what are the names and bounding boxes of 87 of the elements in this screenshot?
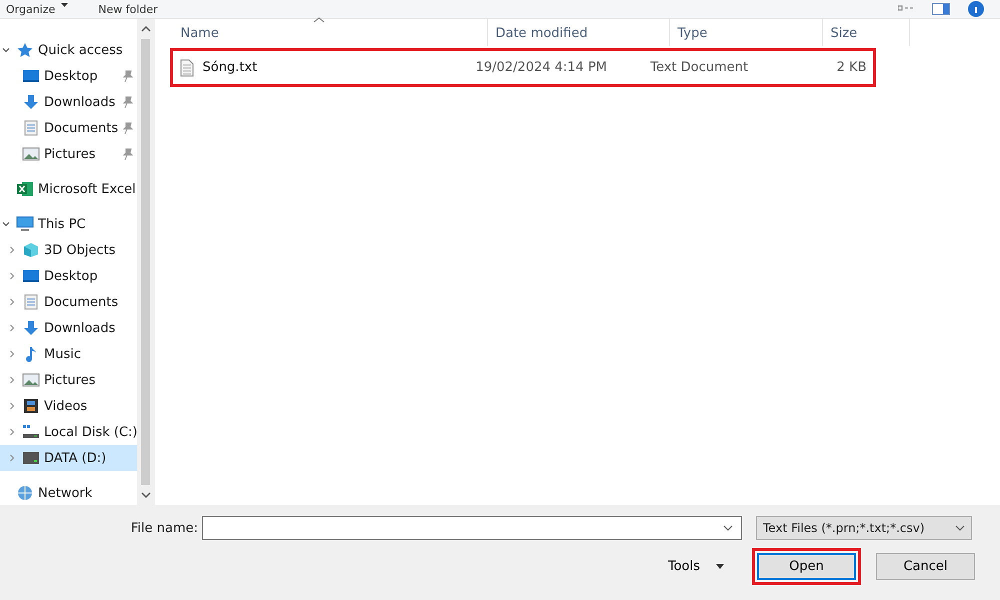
toolbar-button[interactable]: New folder (98, 2, 158, 16)
sidebar-item[interactable]: Pictures (0, 141, 138, 167)
download-icon (22, 94, 40, 110)
text-file-icon (180, 58, 194, 76)
file-name-field[interactable] (202, 516, 742, 540)
sidebar-item[interactable]: This PC (0, 211, 138, 237)
sidebar-label: Network (38, 486, 92, 500)
sidebar-item[interactable]: Videos (0, 393, 138, 419)
disk-icon (22, 424, 40, 440)
sidebar-item[interactable]: 3D Objects (0, 237, 138, 263)
collapsed-chevron-icon[interactable] (8, 454, 16, 462)
sidebar-label: Videos (44, 398, 88, 414)
sidebar-item[interactable]: Network (0, 480, 138, 506)
column-header[interactable]: Type (670, 19, 824, 46)
collapsed-chevron-icon[interactable] (8, 402, 16, 410)
dropdown-caret-icon[interactable] (723, 525, 733, 531)
collapsed-chevron-icon[interactable] (8, 324, 16, 332)
pane-icon[interactable] (932, 3, 950, 15)
table-cell-text: 2 KB (836, 60, 868, 75)
collapsed-chevron-icon[interactable] (8, 272, 16, 280)
collapsed-chevron-icon[interactable] (8, 246, 16, 254)
table-cell-text: Text Document (649, 60, 750, 75)
scroll-down-icon[interactable] (140, 491, 151, 499)
sidebar-label: Desktop (44, 68, 98, 84)
tools-button[interactable]: Tools (662, 558, 730, 575)
scrollbar-thumb[interactable] (141, 39, 150, 485)
file-name-label: File name: (130, 520, 198, 536)
sidebar-label: Microsoft Excel (38, 182, 136, 196)
sidebar-label: Pictures (44, 372, 96, 388)
collapsed-chevron-icon[interactable] (8, 298, 16, 306)
desktop-icon (22, 68, 40, 84)
sidebar-item[interactable]: Documents (0, 115, 138, 141)
sidebar-label: Pictures (44, 146, 96, 162)
sidebar-item[interactable]: Microsoft Excel (0, 176, 138, 202)
collapsed-chevron-icon[interactable] (8, 428, 16, 436)
drive-icon (22, 450, 40, 466)
collapsed-chevron-icon[interactable] (8, 376, 16, 384)
file-name[interactable]: Sóng.txt (202, 60, 258, 75)
sidebar-item[interactable]: Music (0, 341, 138, 367)
picture-icon (22, 372, 40, 388)
sort-ascending-icon (313, 17, 326, 23)
sidebar-label: Desktop (44, 268, 98, 284)
sidebar-label: DATA (D:) (44, 450, 106, 466)
toolbar-button[interactable]: Organize (6, 2, 68, 16)
dialog-button[interactable]: Open (757, 553, 856, 580)
pc-icon (16, 216, 34, 232)
sidebar-item[interactable]: Desktop (0, 263, 138, 289)
collapsed-chevron-icon[interactable] (8, 350, 16, 358)
star-icon (16, 42, 34, 58)
sidebar-item[interactable]: Quick access (0, 37, 138, 63)
sidebar-item[interactable]: Desktop (0, 63, 138, 89)
sidebar-label: Downloads (44, 94, 116, 110)
network-icon (16, 485, 34, 501)
sidebar-label: Local Disk (C:) (44, 424, 138, 440)
table-cell-text: 19/02/2024 4:14 PM (474, 60, 608, 75)
help-icon[interactable] (968, 1, 984, 17)
column-header[interactable]: Size (823, 19, 910, 46)
excel-icon (16, 181, 34, 197)
sidebar-label: Documents (44, 120, 118, 136)
sidebar-label: Quick access (38, 42, 123, 58)
picture-icon (22, 146, 40, 162)
sidebar-label: Music (44, 346, 81, 362)
sidebar-item[interactable]: Documents (0, 289, 138, 315)
column-header[interactable]: Date modified (488, 19, 670, 46)
column-header[interactable]: Name (173, 19, 488, 46)
sidebar-item[interactable]: Pictures (0, 367, 138, 393)
dialog-button[interactable]: Cancel (876, 553, 975, 580)
document-icon (22, 294, 40, 310)
desktop-icon (22, 268, 40, 284)
scroll-up-icon[interactable] (140, 25, 151, 33)
sidebar-item[interactable]: DATA (D:) (0, 445, 138, 471)
sidebar-label: 3D Objects (44, 242, 116, 258)
sidebar-label: Downloads (44, 320, 116, 336)
sidebar-item[interactable]: Downloads (0, 89, 138, 115)
cube-icon (22, 242, 40, 258)
caret-icon (716, 564, 724, 569)
download-icon (22, 320, 40, 336)
document-icon (22, 120, 40, 136)
expanded-chevron-icon[interactable] (2, 220, 10, 228)
dropdown-caret-icon (955, 525, 965, 531)
video-icon (22, 398, 40, 414)
sidebar-item[interactable]: Local Disk (C:) (0, 419, 138, 445)
file-type-dropdown[interactable]: Text Files (*.prn;*.txt;*.csv) (756, 516, 972, 540)
sidebar-label: This PC (38, 216, 86, 232)
expanded-chevron-icon[interactable] (2, 46, 10, 54)
sidebar-label: Documents (44, 294, 118, 310)
sidebar-item[interactable]: Downloads (0, 315, 138, 341)
